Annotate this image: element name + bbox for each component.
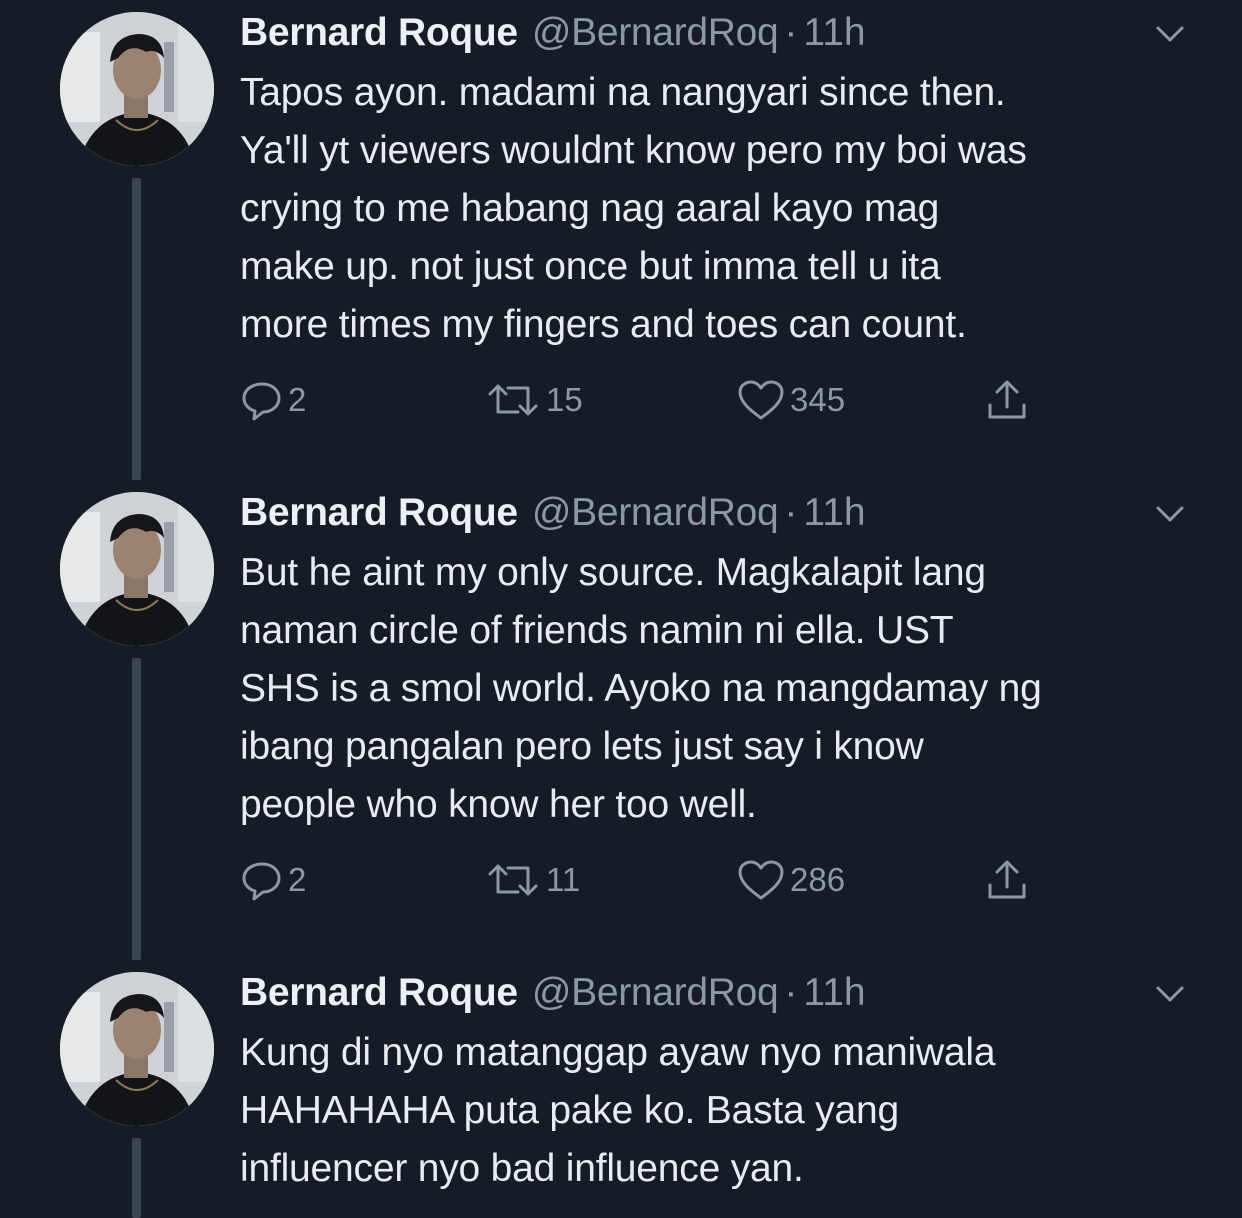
avatar[interactable] <box>60 12 214 166</box>
display-name[interactable]: Bernard Roque <box>240 970 518 1016</box>
tweet-text-line: more times my fingers and toes can count… <box>240 303 967 346</box>
tweet-text-line: ibang pangalan pero lets just say i know <box>240 725 924 768</box>
like-button[interactable]: 286 <box>736 852 845 908</box>
chevron-down-icon[interactable] <box>1152 502 1188 526</box>
tweet[interactable]: Bernard Roque @BernardRoq · 11h Tapos ay… <box>0 0 1242 480</box>
retweet-icon <box>488 864 538 896</box>
display-name[interactable]: Bernard Roque <box>240 10 518 56</box>
like-icon <box>738 860 784 900</box>
tweet-header: Bernard Roque @BernardRoq · 11h <box>240 970 866 1016</box>
tweet-text: Kung di nyo matanggap ayaw nyo maniwala … <box>240 1024 1220 1198</box>
tweet-text-line: make up. not just once but imma tell u i… <box>240 245 941 288</box>
user-handle[interactable]: @BernardRoq <box>532 10 779 56</box>
tweet-text-line: SHS is a smol world. Ayoko na mangdamay … <box>240 667 1042 710</box>
reply-button[interactable]: 2 <box>240 852 306 908</box>
tweet-text: Tapos ayon. madami na nangyari since the… <box>240 64 1220 354</box>
tweet-header: Bernard Roque @BernardRoq · 11h <box>240 490 866 536</box>
tweet-text-line: Ya'll yt viewers wouldnt know pero my bo… <box>240 129 1027 172</box>
like-icon <box>738 380 784 420</box>
avatar[interactable] <box>60 972 214 1126</box>
avatar[interactable] <box>60 492 214 646</box>
tweet-text-line: HAHAHAHA puta pake ko. Basta yang <box>240 1089 899 1132</box>
like-button[interactable]: 345 <box>736 372 845 428</box>
tweet-text-line: crying to me habang nag aaral kayo mag <box>240 187 940 230</box>
tweet-header: Bernard Roque @BernardRoq · 11h <box>240 10 866 56</box>
share-icon <box>988 860 1026 899</box>
user-handle[interactable]: @BernardRoq <box>532 970 779 1016</box>
timestamp[interactable]: 11h <box>803 490 865 536</box>
reply-count: 2 <box>288 861 307 898</box>
retweet-count: 15 <box>546 381 583 418</box>
thread-connector-line <box>132 658 141 960</box>
tweet[interactable]: Bernard Roque @BernardRoq · 11h Kung di … <box>0 960 1242 1218</box>
tweet-text-line: Tapos ayon. madami na nangyari since the… <box>240 71 1006 114</box>
reply-icon <box>242 382 281 421</box>
tweet-text-line: influencer nyo bad influence yan. <box>240 1147 804 1190</box>
retweet-icon <box>488 384 538 416</box>
thread-connector-line <box>132 178 141 480</box>
tweet-actions: 2 15 345 <box>240 372 1060 428</box>
timestamp[interactable]: 11h <box>803 10 865 56</box>
like-count: 345 <box>790 381 846 418</box>
thread-connector-line <box>132 1138 141 1218</box>
tweet-thread: Bernard Roque @BernardRoq · 11h Tapos ay… <box>0 0 1242 1218</box>
display-name[interactable]: Bernard Roque <box>240 490 518 536</box>
user-handle[interactable]: @BernardRoq <box>532 490 779 536</box>
retweet-button[interactable]: 11 <box>484 852 580 908</box>
separator-dot: · <box>784 491 798 534</box>
separator-dot: · <box>784 971 798 1014</box>
reply-button[interactable]: 2 <box>240 372 306 428</box>
tweet-text-line: naman circle of friends namin ni ella. U… <box>240 609 954 652</box>
separator-dot: · <box>784 11 798 54</box>
reply-icon <box>242 862 281 901</box>
tweet-text-line: Kung di nyo matanggap ayaw nyo maniwala <box>240 1031 996 1074</box>
like-count: 286 <box>790 861 846 898</box>
tweet[interactable]: Bernard Roque @BernardRoq · 11h But he a… <box>0 480 1242 960</box>
tweet-text-line: people who know her too well. <box>240 783 757 826</box>
share-icon <box>988 380 1026 419</box>
tweet-text: But he aint my only source. Magkalapit l… <box>240 544 1220 834</box>
share-button[interactable] <box>984 852 1030 908</box>
chevron-down-icon[interactable] <box>1152 22 1188 46</box>
share-button[interactable] <box>984 372 1030 428</box>
timestamp[interactable]: 11h <box>803 970 865 1016</box>
retweet-count: 11 <box>546 861 581 898</box>
tweet-actions: 2 11 286 <box>240 852 1060 908</box>
tweet-text-line: But he aint my only source. Magkalapit l… <box>240 551 986 594</box>
reply-count: 2 <box>288 381 307 418</box>
chevron-down-icon[interactable] <box>1152 982 1188 1006</box>
retweet-button[interactable]: 15 <box>484 372 583 428</box>
